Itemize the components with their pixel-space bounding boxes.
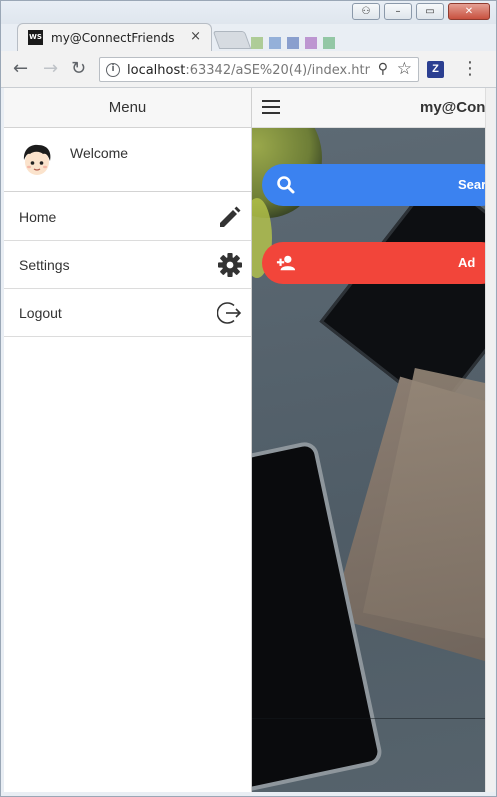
menu-item-home[interactable]: Home: [4, 193, 251, 241]
menu-item-label: Home: [19, 209, 57, 225]
url-text[interactable]: localhost:63342/aSE%20(4)/index.html?: [127, 63, 370, 78]
app-header: my@Con: [252, 88, 485, 128]
welcome-section: Welcome: [4, 128, 251, 192]
side-menu: Menu Welcome Home Settings Logout: [4, 88, 252, 792]
add-friend-button[interactable]: Ad: [262, 242, 485, 284]
tab-close-icon[interactable]: ×: [190, 29, 201, 44]
reload-icon[interactable]: ↻: [71, 59, 86, 79]
add-person-icon: [276, 255, 296, 271]
hero-background-image: [252, 128, 485, 792]
menu-item-logout[interactable]: Logout: [4, 289, 251, 337]
avatar: [23, 144, 51, 175]
zoom-icon[interactable]: ⚲: [378, 61, 388, 77]
info-icon[interactable]: i: [106, 63, 120, 77]
new-tab-button[interactable]: [212, 31, 252, 49]
close-window-button[interactable]: ✕: [448, 3, 490, 20]
search-friends-button[interactable]: Sear: [262, 164, 485, 206]
browser-tab[interactable]: WS my@ConnectFriends ×: [17, 23, 212, 51]
webstorm-favicon-icon: WS: [28, 30, 43, 45]
maximize-button[interactable]: ▭: [416, 3, 444, 20]
menu-item-label: Settings: [19, 257, 70, 273]
address-bar[interactable]: i localhost:63342/aSE%20(4)/index.html? …: [99, 57, 419, 82]
window-controls: ⚇ – ▭ ✕: [352, 3, 490, 20]
menu-item-settings[interactable]: Settings: [4, 241, 251, 289]
blurred-tabstrip: [251, 37, 361, 49]
logout-icon: [217, 302, 242, 324]
back-arrow-icon[interactable]: ←: [13, 59, 28, 79]
add-button-label: Ad: [458, 255, 476, 270]
gear-icon: [218, 253, 242, 277]
browser-toolbar: ← → ↻ i localhost:63342/aSE%20(4)/index.…: [1, 51, 496, 88]
welcome-text: Welcome: [70, 145, 129, 161]
menu-item-label: Logout: [19, 305, 62, 321]
browser-menu-icon[interactable]: ⋮: [461, 59, 479, 79]
user-profile-button[interactable]: ⚇: [352, 3, 380, 20]
app-title: my@Con: [420, 99, 485, 116]
extension-icon[interactable]: Z: [427, 61, 444, 78]
hamburger-menu-icon[interactable]: [262, 100, 280, 114]
url-host: localhost: [127, 63, 186, 78]
pencil-icon: [220, 206, 241, 227]
tab-title: my@ConnectFriends: [51, 31, 175, 45]
search-icon: [277, 176, 295, 194]
bookmark-star-icon[interactable]: ☆: [397, 59, 412, 79]
scrollbar[interactable]: [485, 88, 495, 792]
main-app: my@Con Sear Ad: [252, 88, 485, 792]
forward-arrow-icon[interactable]: →: [43, 59, 58, 79]
url-path: :63342/aSE%20(4)/index.html?: [185, 63, 370, 78]
search-button-label: Sear: [458, 177, 485, 192]
title-bar: ⚇ – ▭ ✕: [1, 1, 496, 24]
menu-title: Menu: [4, 88, 251, 128]
page-viewport: my@Con Sear Ad Menu Welcome Home Setting…: [4, 88, 485, 792]
minimize-button[interactable]: –: [384, 3, 412, 20]
